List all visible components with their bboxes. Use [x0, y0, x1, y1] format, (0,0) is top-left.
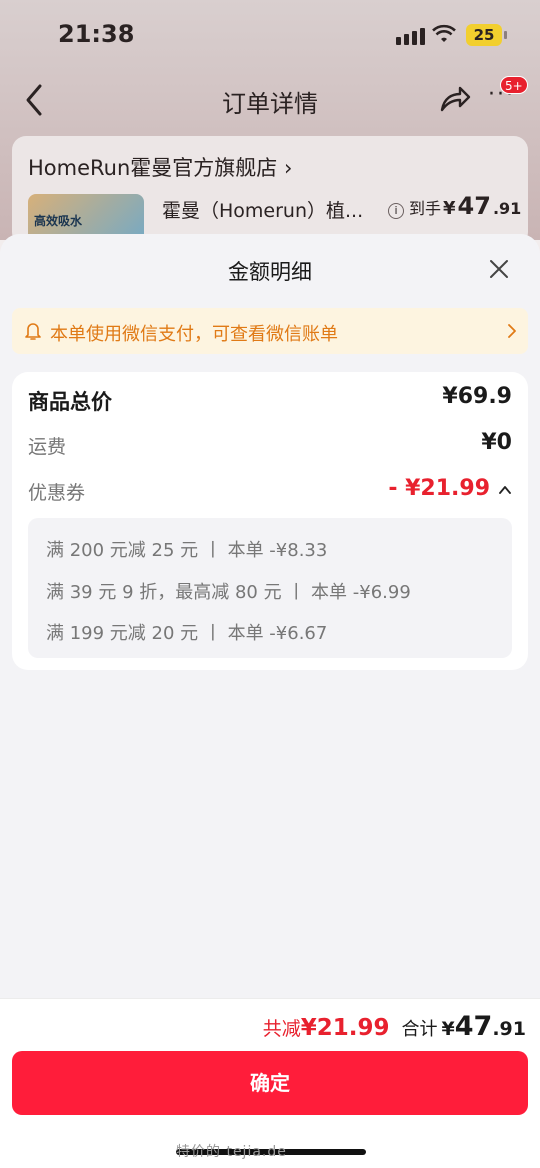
- price-int: 47: [457, 192, 491, 220]
- total-int: 47: [454, 1011, 493, 1042]
- coupon-breakdown: 满 200 元减 25 元 丨 本单 -¥8.33 满 39 元 9 折，最高减…: [28, 518, 512, 658]
- wifi-icon: [432, 24, 456, 42]
- confirm-button[interactable]: 确定: [12, 1051, 528, 1115]
- footer-bar: 共减 ¥21.99 合计 ¥ 47 .91 确定 特价的 tejia.de: [0, 998, 540, 1168]
- wechat-bill-notice[interactable]: 本单使用微信支付，可查看微信账单: [12, 308, 528, 354]
- row-label: 商品总价: [28, 390, 112, 414]
- discount-value: ¥21.99: [300, 1015, 390, 1041]
- close-icon[interactable]: [488, 258, 510, 280]
- price-dec: .91: [492, 199, 522, 218]
- row-coupon[interactable]: 优惠券 - ¥21.99: [28, 474, 512, 510]
- battery-indicator: 25: [466, 24, 507, 46]
- total-dec: .91: [492, 1018, 526, 1040]
- thumbnail-text: 高效吸水: [34, 214, 83, 228]
- store-name[interactable]: HomeRun霍曼官方旗舰店 ›: [28, 152, 292, 182]
- status-time: 21:38: [58, 20, 135, 48]
- store-card: HomeRun霍曼官方旗舰店 › 高效吸水 霍曼（Homerun）植... i …: [12, 136, 528, 254]
- row-shipping: 运费 ¥0: [28, 428, 512, 464]
- product-name: 霍曼（Homerun）植...: [162, 200, 364, 222]
- row-label: 运费: [28, 436, 67, 458]
- coupon-item: 满 200 元减 25 元 丨 本单 -¥8.33: [46, 540, 328, 561]
- product-price: i 到手 ¥ 47 .91: [388, 192, 521, 220]
- info-icon[interactable]: i: [388, 203, 404, 219]
- row-value: - ¥21.99: [388, 476, 490, 501]
- chevron-right-icon: [508, 324, 516, 338]
- price-yen: ¥: [443, 198, 456, 219]
- total-yen: ¥: [441, 1018, 455, 1040]
- coupon-item: 满 199 元减 20 元 丨 本单 -¥6.67: [46, 623, 328, 644]
- share-icon[interactable]: [438, 82, 472, 116]
- row-goods-total: 商品总价 ¥69.9: [28, 382, 512, 418]
- notice-text: 本单使用微信支付，可查看微信账单: [50, 324, 338, 345]
- coupon-item: 满 39 元 9 折，最高减 80 元 丨 本单 -¥6.99: [46, 582, 411, 603]
- sheet-title: 金额明细: [228, 260, 312, 284]
- total-label: 合计: [401, 1019, 438, 1040]
- row-value: ¥0: [481, 430, 512, 455]
- nav-bar: 订单详情 ··· 5+: [0, 70, 540, 130]
- price-label: 到手: [409, 199, 442, 218]
- chevron-up-icon[interactable]: [498, 484, 512, 496]
- status-bar: 21:38 25: [0, 0, 540, 70]
- signal-icon: [396, 28, 425, 45]
- notification-badge: 5+: [500, 76, 528, 94]
- row-label: 优惠券: [28, 482, 86, 504]
- row-value: ¥69.9: [442, 384, 512, 409]
- price-summary: 共减 ¥21.99 合计 ¥ 47 .91: [263, 1011, 526, 1042]
- watermark: 特价的 tejia.de: [176, 1144, 287, 1160]
- amount-detail-card: 商品总价 ¥69.9 运费 ¥0 优惠券 - ¥21.99 满 200 元减 2…: [12, 372, 528, 670]
- bell-icon: [25, 323, 41, 340]
- sheet-header: 金额明细: [0, 234, 540, 304]
- discount-label: 共减: [262, 1018, 301, 1040]
